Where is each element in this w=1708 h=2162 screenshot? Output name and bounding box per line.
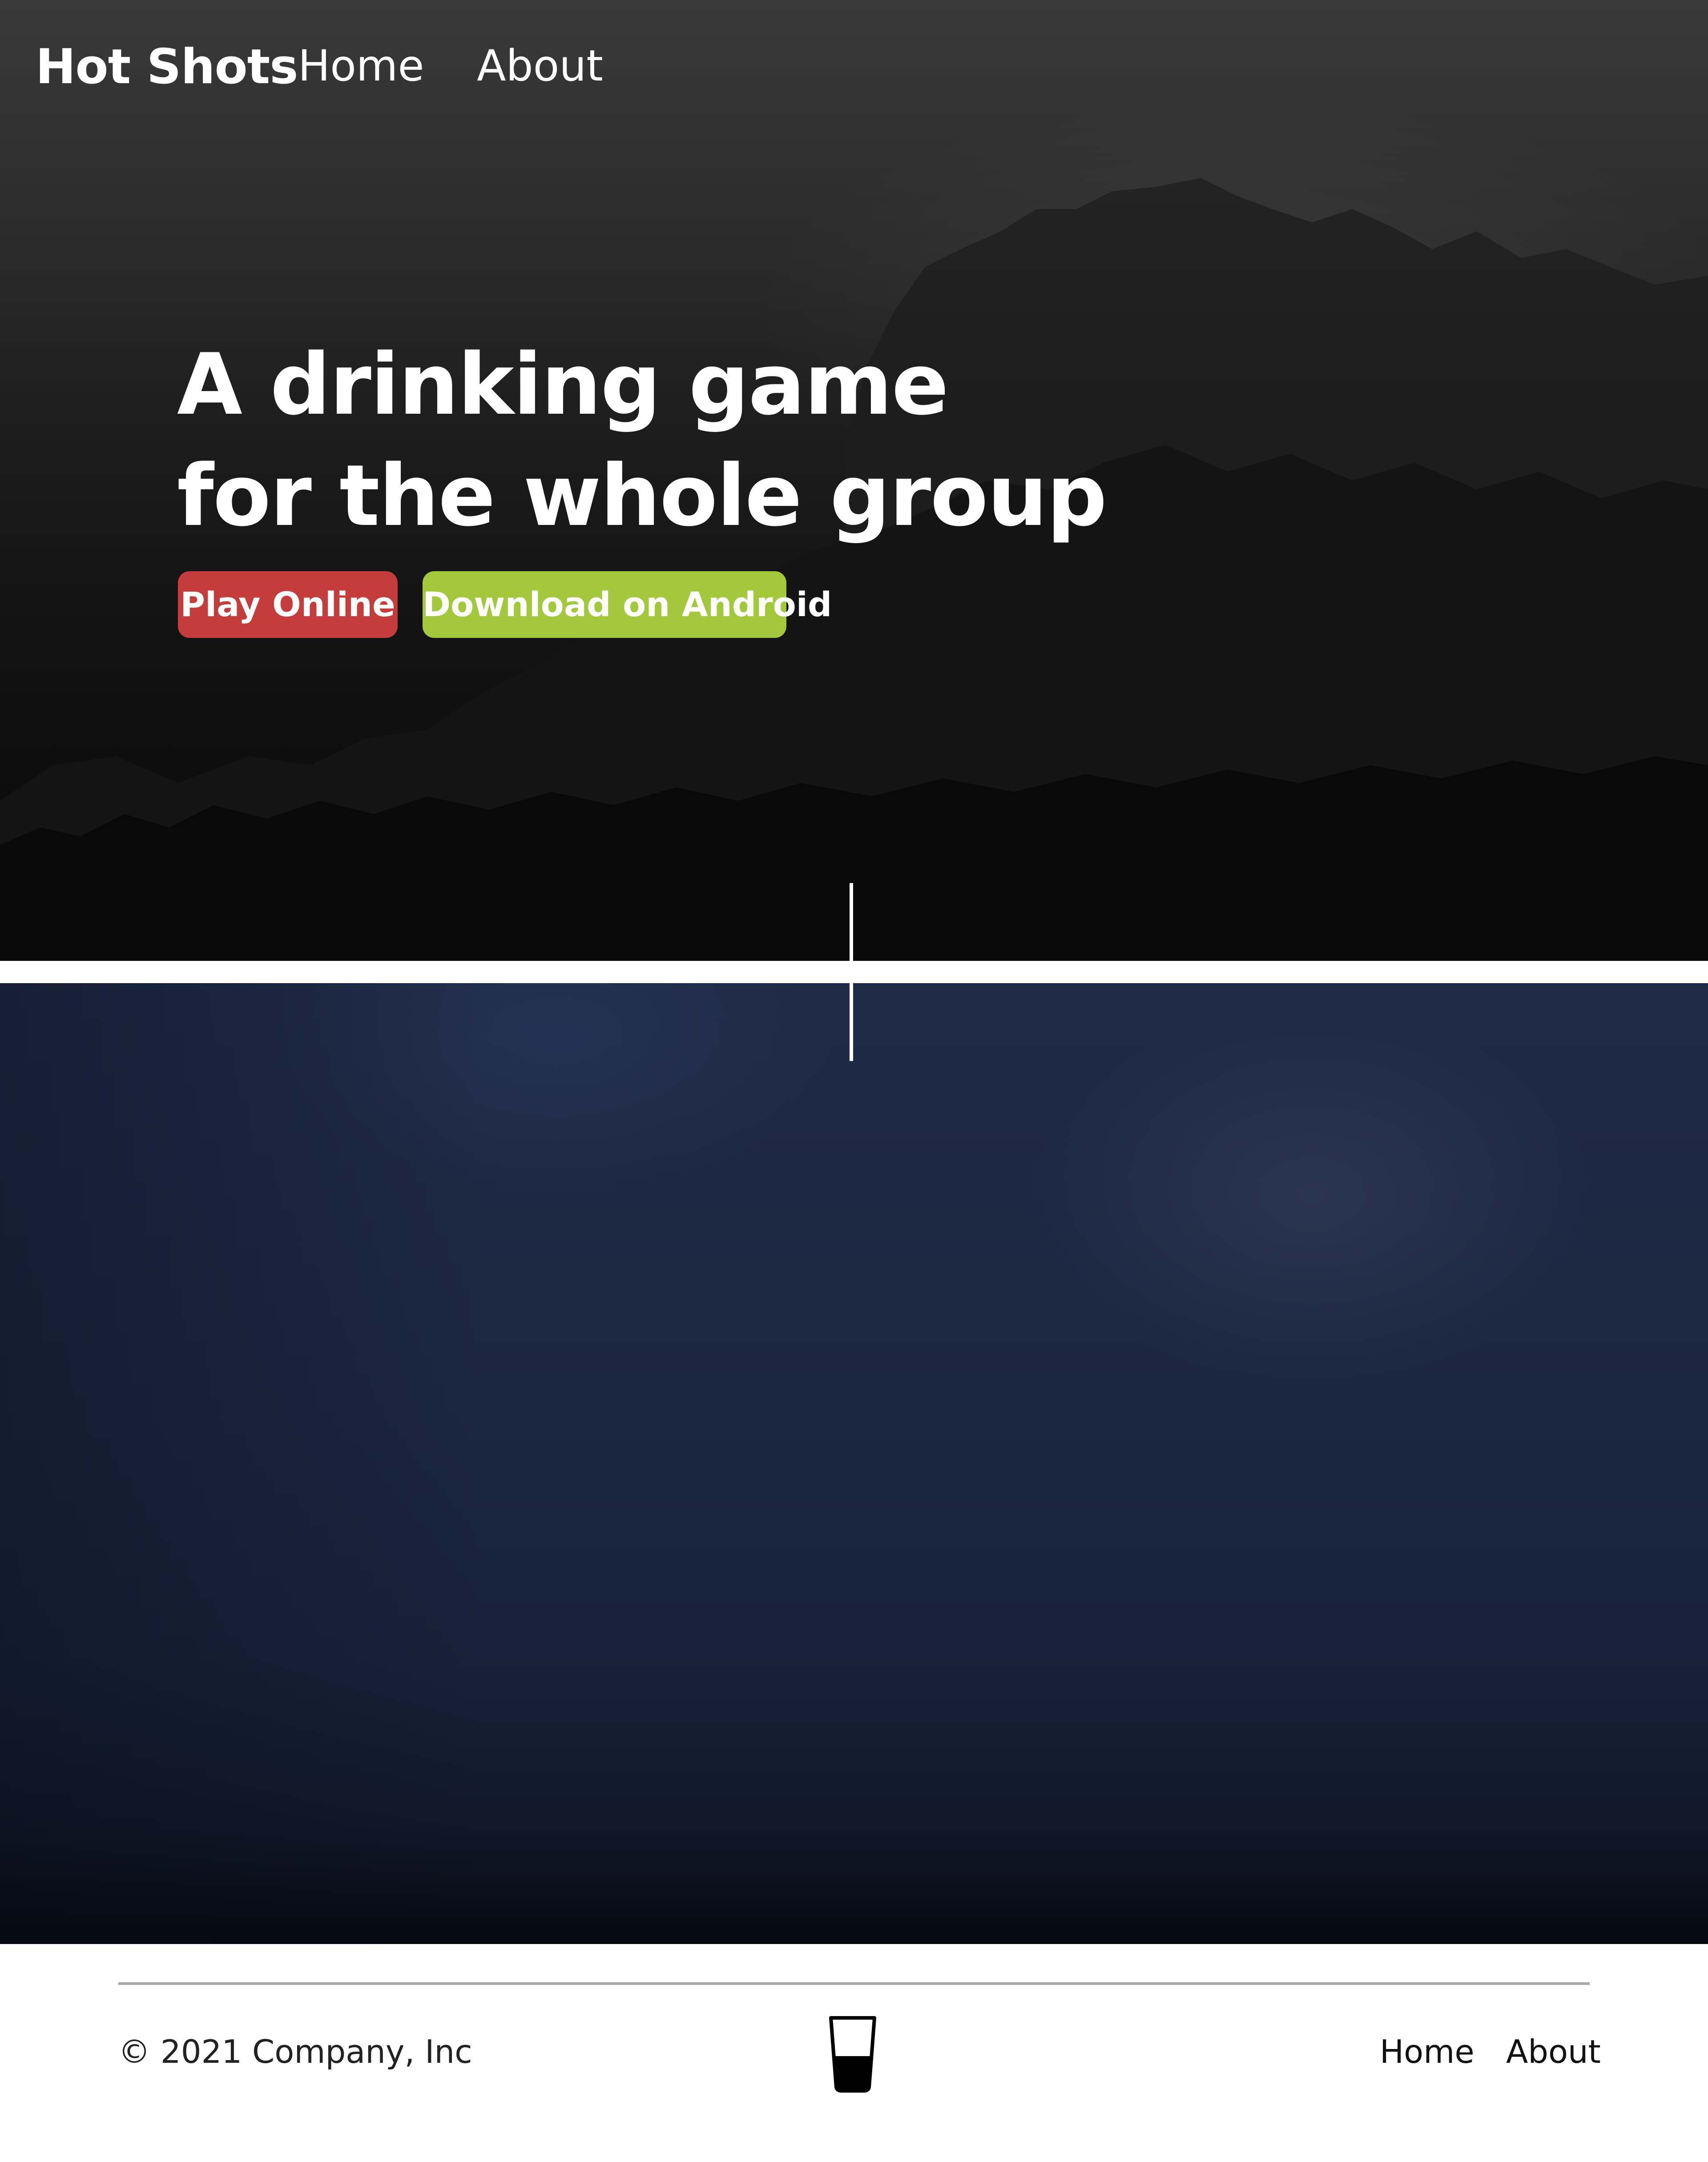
hero-headline-line-1: A drinking game <box>177 335 949 434</box>
section-divider <box>0 961 1708 983</box>
footer-divider <box>118 1982 1590 1985</box>
blue-feature-section <box>0 983 1708 1944</box>
nav-link-about[interactable]: About <box>477 41 603 91</box>
footer-link-about[interactable]: About <box>1506 2033 1601 2070</box>
scroll-indicator-line <box>850 883 853 1061</box>
shot-glass-icon[interactable] <box>828 2015 877 2093</box>
top-navbar: Hot Shots Home About <box>0 0 1708 138</box>
footer-copyright: © 2021 Company, Inc <box>118 2033 472 2070</box>
footer-link-home[interactable]: Home <box>1380 2033 1474 2070</box>
section-shade <box>0 983 489 1944</box>
hero-headline-line-2: for the whole group <box>177 447 1107 545</box>
brand-logo-link[interactable]: Hot Shots <box>36 39 298 95</box>
nav-link-home[interactable]: Home <box>298 41 424 91</box>
download-android-button[interactable]: Download on Android <box>423 571 832 638</box>
play-online-button[interactable]: Play Online <box>178 571 398 638</box>
hero-headline: A drinking game for the whole group <box>177 329 1107 552</box>
page-footer: © 2021 Company, Inc Home About <box>0 1944 1708 2162</box>
hero-section: Hot Shots Home About A drinking game for… <box>0 0 1708 961</box>
